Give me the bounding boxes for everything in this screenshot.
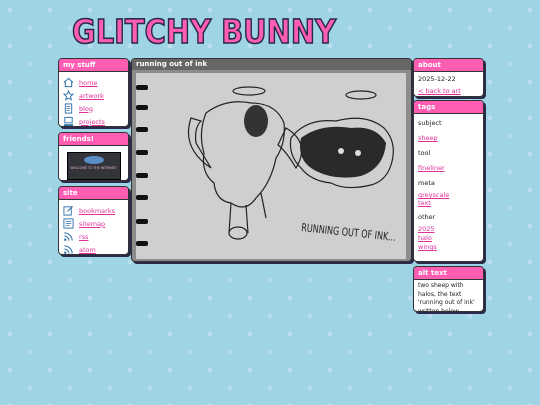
artwork-panel: running out of ink RUNNING OUT OF INK...: [131, 58, 412, 262]
nav-bookmarks[interactable]: bookmarks: [63, 204, 128, 217]
nav-projects-label[interactable]: projects: [79, 118, 105, 126]
tag-category-meta: meta: [418, 179, 435, 187]
artwork-caption: RUNNING OUT OF INK...: [301, 221, 397, 244]
tag-category-tool: tool: [418, 149, 431, 157]
computer-icon: [63, 116, 74, 126]
alt-text-panel: alt text two sheep with halos, the text …: [413, 266, 484, 312]
rss-icon: [64, 245, 73, 254]
nav-sitemap[interactable]: sitemap: [63, 217, 128, 230]
nav-home-label[interactable]: home: [79, 79, 97, 87]
tag-2025[interactable]: 2025: [418, 225, 435, 233]
about-header: about: [414, 59, 483, 72]
friend-button-text: WELCOME TO THE INTERNET: [70, 166, 117, 170]
nav-sitemap-label[interactable]: sitemap: [79, 220, 105, 228]
nav-atom-label[interactable]: atom: [79, 246, 96, 254]
site-logo[interactable]: GLITCHY BUNNY: [70, 10, 340, 52]
nav-projects[interactable]: projects: [63, 115, 128, 126]
sitemap-icon: [63, 218, 74, 229]
star-icon: [63, 90, 74, 101]
tag-wings[interactable]: wings: [418, 243, 437, 251]
nav-artwork[interactable]: artwork: [63, 89, 128, 102]
site-panel: site bookmarks sitemap rss atom: [58, 186, 129, 255]
site-title: GLITCHY BUNNY: [72, 12, 337, 51]
tags-header: tags: [414, 101, 483, 114]
friend-button[interactable]: WELCOME TO THE INTERNET: [66, 152, 121, 180]
nav-bookmarks-label[interactable]: bookmarks: [79, 207, 115, 215]
my-stuff-panel: my stuff home artwork blog projects: [58, 58, 129, 127]
notebook-icon: [64, 103, 73, 114]
alt-text-header: alt text: [414, 267, 483, 280]
nav-home[interactable]: home: [63, 76, 128, 89]
nav-rss[interactable]: rss: [63, 230, 128, 243]
friends-header: friends!: [59, 133, 128, 146]
globe-icon: [83, 156, 104, 164]
nav-rss-label[interactable]: rss: [79, 233, 88, 241]
friends-panel: friends! WELCOME TO THE INTERNET: [58, 132, 129, 181]
post-date: 2025-12-22: [418, 75, 456, 83]
tag-text[interactable]: text: [418, 199, 431, 207]
my-stuff-header: my stuff: [59, 59, 128, 72]
artwork-title: running out of ink: [132, 59, 411, 70]
spiral-binding: [136, 85, 148, 246]
back-to-art-link[interactable]: < back to art: [418, 87, 461, 95]
site-header: site: [59, 187, 128, 200]
tag-category-other: other: [418, 213, 436, 221]
nav-artwork-label[interactable]: artwork: [79, 92, 104, 100]
edit-icon: [63, 205, 74, 216]
tag-halo[interactable]: halo: [418, 234, 432, 242]
tag-fineliner[interactable]: fineliner: [418, 164, 445, 172]
tag-greyscale[interactable]: greyscale: [418, 191, 449, 199]
tags-panel: tags subject sheep tool fineliner meta g…: [413, 100, 484, 262]
house-icon: [63, 77, 74, 88]
nav-blog[interactable]: blog: [63, 102, 128, 115]
tag-sheep[interactable]: sheep: [418, 134, 438, 142]
artwork-image[interactable]: RUNNING OUT OF INK...: [136, 73, 406, 259]
tag-category-subject: subject: [418, 119, 442, 127]
sheep-left: [187, 86, 303, 240]
nav-atom[interactable]: atom: [63, 243, 128, 254]
alt-text-body: two sheep with halos, the text 'running …: [418, 282, 475, 312]
rss-icon: [64, 232, 73, 241]
nav-blog-label[interactable]: blog: [79, 105, 93, 113]
sheep-left-face: [244, 105, 268, 137]
about-panel: about 2025-12-22 < back to art: [413, 58, 484, 97]
artwork-drawing: RUNNING OUT OF INK...: [136, 85, 397, 246]
